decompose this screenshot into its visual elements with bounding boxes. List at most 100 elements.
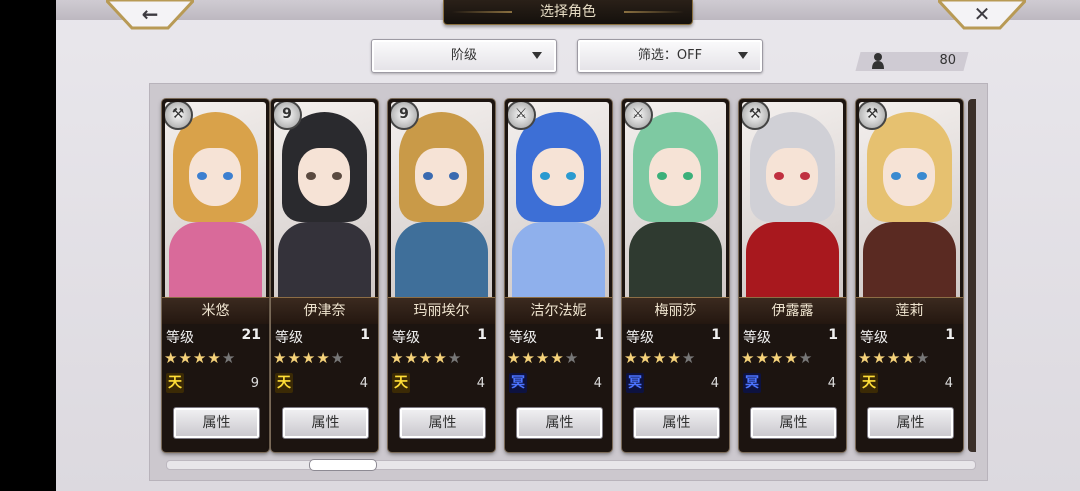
character-portrait[interactable]: ⚒ bbox=[742, 102, 843, 297]
star-icon: ★ bbox=[550, 349, 565, 367]
rank-icon: 冥 bbox=[626, 373, 644, 393]
character-level-row: 等级 1 bbox=[505, 327, 612, 347]
level-label: 等级 bbox=[626, 330, 654, 346]
star-icon: ★ bbox=[207, 349, 222, 367]
grade-sort-label: 阶级 bbox=[450, 48, 477, 63]
attribute-button[interactable]: 属性 bbox=[750, 407, 837, 439]
character-card[interactable]: 9 伊津奈 等级 1 ★★★★★ 天 4 属性 bbox=[271, 99, 378, 452]
rank-count: 4 bbox=[593, 376, 602, 391]
rank-count: 4 bbox=[944, 376, 953, 391]
star-icon: ★ bbox=[564, 349, 580, 367]
rank-count: 4 bbox=[710, 376, 719, 391]
portrait-eye bbox=[566, 172, 576, 180]
attribute-button[interactable]: 属性 bbox=[282, 407, 369, 439]
star-icon: ★ bbox=[316, 349, 331, 367]
star-icon: ★ bbox=[784, 349, 799, 367]
rank-count: 4 bbox=[476, 376, 485, 391]
filter-dropdown[interactable]: 筛选：OFF bbox=[577, 39, 763, 73]
character-card[interactable]: ⚔ 洁尔法妮 等级 1 ★★★★★ 冥 4 属性 bbox=[505, 99, 612, 452]
portrait-eye bbox=[917, 172, 927, 180]
star-icon: ★ bbox=[769, 349, 785, 367]
level-value: 1 bbox=[945, 327, 955, 343]
character-portrait[interactable]: ⚒ bbox=[165, 102, 266, 297]
star-icon: ★ bbox=[433, 349, 448, 367]
character-card[interactable]: ⚒ 莲莉 等级 1 ★★★★★ 天 4 属性 bbox=[856, 99, 963, 452]
attribute-button[interactable]: 属性 bbox=[399, 407, 486, 439]
star-icon: ★ bbox=[507, 349, 522, 367]
portrait-eye bbox=[332, 172, 342, 180]
title-ornament-right bbox=[624, 11, 684, 13]
rank-icon: 天 bbox=[860, 373, 878, 393]
character-name: 梅丽莎 bbox=[622, 297, 729, 324]
attribute-button[interactable]: 属性 bbox=[867, 407, 954, 439]
character-level-row: 等级 1 bbox=[622, 327, 729, 347]
portrait-eye bbox=[891, 172, 901, 180]
character-portrait[interactable]: 9 bbox=[274, 102, 375, 297]
star-icon: ★ bbox=[872, 349, 887, 367]
level-label: 等级 bbox=[743, 330, 771, 346]
scrollbar-thumb[interactable] bbox=[309, 459, 377, 471]
rank-icon: 冥 bbox=[509, 373, 527, 393]
level-label: 等级 bbox=[860, 330, 888, 346]
grade-sort-dropdown[interactable]: 阶级 bbox=[371, 39, 557, 73]
character-name: 米悠 bbox=[162, 297, 269, 324]
star-icon: ★ bbox=[755, 349, 770, 367]
character-portrait[interactable]: ⚒ bbox=[859, 102, 960, 297]
star-icon: ★ bbox=[901, 349, 916, 367]
star-icon: ★ bbox=[164, 349, 179, 367]
character-card[interactable]: ⚒ 米悠 等级 21 ★★★★★ 天 9 属性 bbox=[162, 99, 269, 452]
star-icon: ★ bbox=[624, 349, 639, 367]
character-portrait[interactable]: ⚔ bbox=[508, 102, 609, 297]
rank-count: 4 bbox=[359, 376, 368, 391]
portrait-eye bbox=[800, 172, 810, 180]
game-screen: ← 选择角色 ✕ 阶级 筛选：OFF 80 ⚒ 米悠 等级 21 ★★★★★ 天 9 属性 9 伊… bbox=[56, 0, 1080, 491]
star-icon: ★ bbox=[638, 349, 653, 367]
star-icon: ★ bbox=[404, 349, 419, 367]
close-icon: ✕ bbox=[973, 2, 991, 26]
star-icon: ★ bbox=[667, 349, 682, 367]
character-level-row: 等级 1 bbox=[856, 327, 963, 347]
back-button[interactable]: ← bbox=[106, 0, 194, 30]
portrait-eye bbox=[657, 172, 667, 180]
character-card[interactable]: ⚔ 梅丽莎 等级 1 ★★★★★ 冥 4 属性 bbox=[622, 99, 729, 452]
portrait-outfit bbox=[512, 222, 605, 297]
portrait-outfit bbox=[169, 222, 262, 297]
next-card-peek bbox=[968, 99, 976, 452]
star-icon: ★ bbox=[301, 349, 317, 367]
star-icon: ★ bbox=[535, 349, 551, 367]
star-icon: ★ bbox=[192, 349, 208, 367]
portrait-eye bbox=[223, 172, 233, 180]
filter-label: 筛选：OFF bbox=[637, 48, 703, 63]
level-label: 等级 bbox=[509, 330, 537, 346]
attribute-button[interactable]: 属性 bbox=[633, 407, 720, 439]
star-icon: ★ bbox=[418, 349, 434, 367]
star-icon: ★ bbox=[915, 349, 931, 367]
character-portrait[interactable]: ⚔ bbox=[625, 102, 726, 297]
portrait-outfit bbox=[395, 222, 488, 297]
star-icon: ★ bbox=[521, 349, 536, 367]
attribute-button[interactable]: 属性 bbox=[173, 407, 260, 439]
rank-icon: 天 bbox=[392, 373, 410, 393]
level-value: 1 bbox=[477, 327, 487, 343]
person-icon bbox=[872, 53, 884, 69]
star-icon: ★ bbox=[681, 349, 697, 367]
star-icon: ★ bbox=[221, 349, 237, 367]
portrait-outfit bbox=[278, 222, 371, 297]
character-card[interactable]: 9 玛丽埃尔 等级 1 ★★★★★ 天 4 属性 bbox=[388, 99, 495, 452]
star-icon: ★ bbox=[390, 349, 405, 367]
level-value: 1 bbox=[828, 327, 838, 343]
close-button[interactable]: ✕ bbox=[938, 0, 1026, 30]
horizontal-scrollbar[interactable] bbox=[166, 459, 976, 471]
attribute-button[interactable]: 属性 bbox=[516, 407, 603, 439]
level-value: 1 bbox=[594, 327, 604, 343]
character-card[interactable]: ⚒ 伊露露 等级 1 ★★★★★ 冥 4 属性 bbox=[739, 99, 846, 452]
character-portrait[interactable]: 9 bbox=[391, 102, 492, 297]
rank-icon: 冥 bbox=[743, 373, 761, 393]
star-rating: ★★★★★ bbox=[741, 349, 846, 367]
star-icon: ★ bbox=[447, 349, 463, 367]
star-icon: ★ bbox=[886, 349, 902, 367]
level-value: 1 bbox=[711, 327, 721, 343]
character-name: 伊津奈 bbox=[271, 297, 378, 324]
star-icon: ★ bbox=[798, 349, 814, 367]
rank-icon: 天 bbox=[166, 373, 184, 393]
